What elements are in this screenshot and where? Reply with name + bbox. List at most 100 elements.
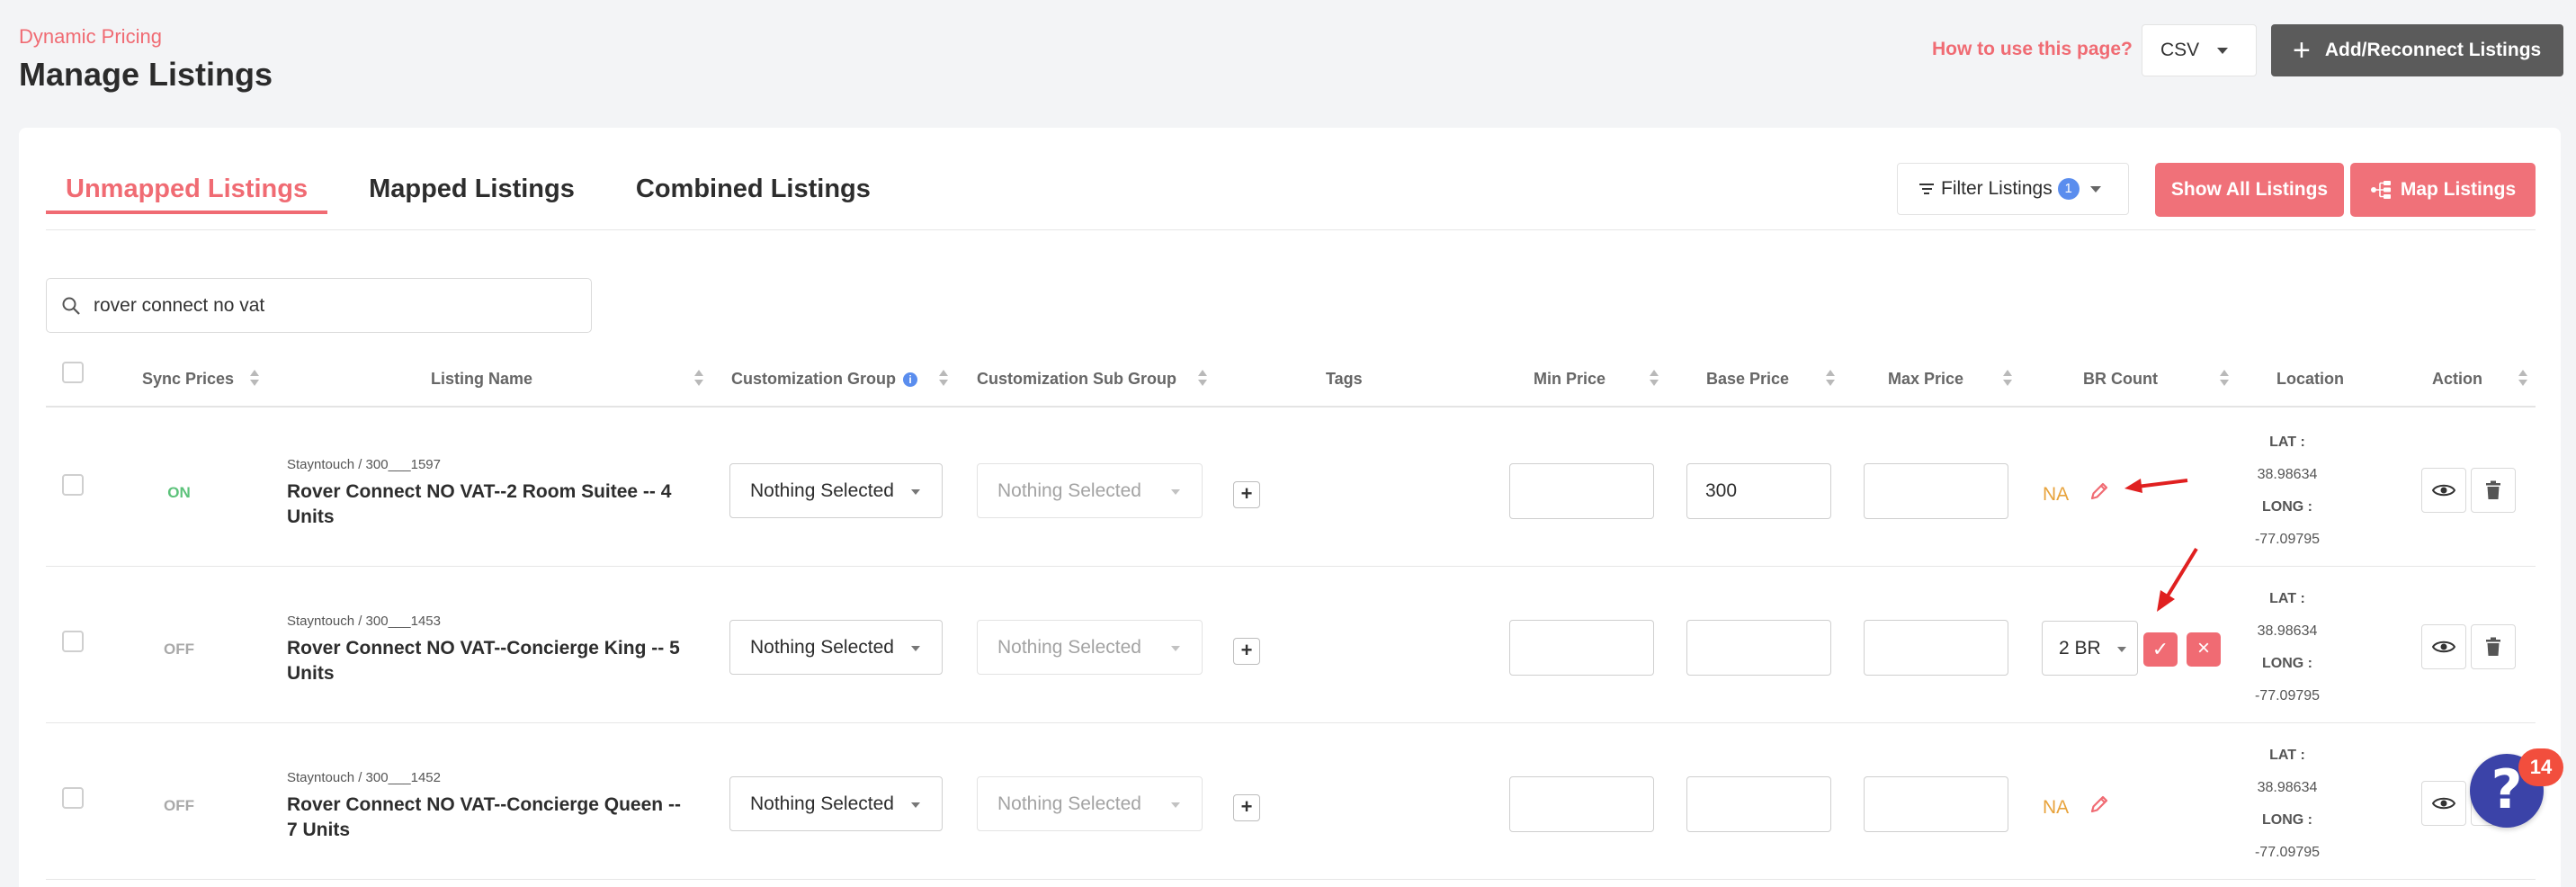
cancel-br-button[interactable]: ×: [2187, 632, 2221, 667]
plus-icon: +: [2293, 33, 2311, 67]
add-reconnect-listings-label: Add/Reconnect Listings: [2324, 40, 2542, 60]
column-base-price[interactable]: Base Price: [1706, 370, 1789, 389]
row-checkbox[interactable]: [62, 474, 84, 496]
long-label: LONG :: [2262, 499, 2312, 515]
long-value: -77.09795: [2254, 688, 2321, 703]
customization-sub-group-select[interactable]: Nothing Selected: [977, 776, 1203, 831]
customization-group-value: Nothing Selected: [750, 636, 894, 658]
column-customization-sub-group[interactable]: Customization Sub Group: [977, 370, 1176, 389]
info-icon[interactable]: i: [903, 372, 917, 387]
min-price-input[interactable]: [1509, 776, 1654, 832]
view-button[interactable]: [2421, 468, 2466, 513]
notification-badge: 14: [2518, 748, 2563, 786]
sync-status[interactable]: OFF: [148, 641, 210, 659]
table-row: OFF Stayntouch / 300___1453 Rover Connec…: [46, 567, 2536, 723]
customization-group-select[interactable]: Nothing Selected: [729, 620, 943, 675]
table-row: ON Stayntouch / 300___1597 Rover Connect…: [46, 410, 2536, 567]
sync-status[interactable]: OFF: [148, 797, 210, 815]
sync-status[interactable]: ON: [148, 484, 210, 502]
confirm-br-button[interactable]: ✓: [2143, 632, 2178, 667]
customization-sub-group-value: Nothing Selected: [997, 636, 1141, 658]
delete-button[interactable]: [2471, 468, 2516, 513]
select-all-checkbox[interactable]: [62, 362, 84, 383]
view-button[interactable]: [2421, 624, 2466, 669]
customization-group-select[interactable]: Nothing Selected: [729, 776, 943, 831]
max-price-input[interactable]: [1864, 463, 2008, 519]
sort-icon[interactable]: [1826, 370, 1835, 390]
sort-icon[interactable]: [1198, 370, 1207, 390]
customization-sub-group-value: Nothing Selected: [997, 479, 1141, 501]
max-price-input[interactable]: [1864, 776, 2008, 832]
map-listings-label: Map Listings: [2400, 179, 2517, 200]
min-price-input[interactable]: [1509, 620, 1654, 676]
sort-icon[interactable]: [2518, 370, 2527, 390]
filter-listings-button[interactable]: Filter Listings 1: [1897, 163, 2129, 215]
column-customization-group-label: Customization Group: [731, 370, 896, 388]
sort-icon[interactable]: [694, 370, 703, 390]
trash-icon: [2486, 637, 2500, 656]
table-row: OFF Stayntouch / 300___1452 Rover Connec…: [46, 723, 2536, 880]
sort-icon[interactable]: [1650, 370, 1659, 390]
tab-mapped-listings[interactable]: Mapped Listings: [349, 171, 595, 214]
lat-label: LAT :: [2269, 435, 2305, 450]
base-price-input[interactable]: [1686, 620, 1831, 676]
caret-down-icon: [911, 802, 920, 808]
max-price-input[interactable]: [1864, 620, 2008, 676]
location-info: LAT : 38.98634 LONG : -77.09795: [2233, 739, 2341, 869]
caret-down-icon: [2089, 185, 2101, 193]
base-price-input[interactable]: 300: [1686, 463, 1831, 519]
column-sync-prices[interactable]: Sync Prices: [142, 370, 234, 389]
search-input[interactable]: [94, 294, 561, 317]
sort-icon[interactable]: [2003, 370, 2012, 390]
customization-group-select[interactable]: Nothing Selected: [729, 463, 943, 518]
lat-value: 38.98634: [2257, 780, 2318, 795]
listing-source: Stayntouch / 300___1453: [287, 614, 441, 629]
customization-group-value: Nothing Selected: [750, 479, 894, 501]
br-count-select[interactable]: 2 BR: [2042, 621, 2138, 676]
show-all-listings-button[interactable]: Show All Listings: [2155, 163, 2344, 217]
caret-down-icon: [1171, 802, 1180, 808]
customization-sub-group-select[interactable]: Nothing Selected: [977, 620, 1203, 675]
row-checkbox[interactable]: [62, 631, 84, 652]
tab-unmapped-listings[interactable]: Unmapped Listings: [46, 171, 328, 214]
caret-down-icon: [911, 489, 920, 495]
listing-tabs: Unmapped Listings Mapped Listings Combin…: [46, 171, 912, 218]
caret-down-icon: [1171, 646, 1180, 651]
add-tag-button[interactable]: +: [1233, 638, 1260, 665]
column-max-price[interactable]: Max Price: [1888, 370, 1963, 389]
customization-sub-group-select[interactable]: Nothing Selected: [977, 463, 1203, 518]
add-tag-button[interactable]: +: [1233, 481, 1260, 508]
map-listings-button[interactable]: Map Listings: [2350, 163, 2536, 217]
min-price-input[interactable]: [1509, 463, 1654, 519]
help-link[interactable]: How to use this page?: [1932, 39, 2133, 60]
base-price-input[interactable]: [1686, 776, 1831, 832]
caret-down-icon: [2217, 47, 2229, 54]
edit-pencil-icon[interactable]: [2088, 479, 2111, 503]
tab-combined-listings[interactable]: Combined Listings: [616, 171, 890, 214]
export-format-select[interactable]: CSV: [2142, 24, 2257, 76]
edit-pencil-icon[interactable]: [2088, 793, 2111, 816]
column-action: Action: [2432, 370, 2482, 388]
eye-icon: [2432, 484, 2455, 497]
add-reconnect-listings-button[interactable]: + Add/Reconnect Listings: [2271, 24, 2563, 76]
breadcrumb[interactable]: Dynamic Pricing: [19, 25, 162, 49]
br-count-value: NA: [2043, 797, 2070, 818]
column-min-price[interactable]: Min Price: [1534, 370, 1606, 389]
filter-icon: [1919, 184, 1934, 194]
caret-down-icon: [2117, 647, 2126, 652]
sort-icon[interactable]: [939, 370, 948, 390]
customization-group-value: Nothing Selected: [750, 793, 894, 814]
listing-source: Stayntouch / 300___1452: [287, 770, 441, 785]
column-br-count[interactable]: BR Count: [2083, 370, 2158, 389]
delete-button[interactable]: [2471, 624, 2516, 669]
sort-icon[interactable]: [250, 370, 259, 390]
view-button[interactable]: [2421, 781, 2466, 826]
column-customization-group[interactable]: Customization Group i: [731, 370, 917, 389]
add-tag-button[interactable]: +: [1233, 794, 1260, 821]
br-count-value: 2 BR: [2059, 638, 2101, 659]
sort-icon[interactable]: [2220, 370, 2229, 390]
row-checkbox[interactable]: [62, 787, 84, 809]
column-listing-name[interactable]: Listing Name: [431, 370, 532, 389]
listing-name: Rover Connect NO VAT--Concierge Queen --…: [287, 794, 681, 840]
customization-sub-group-value: Nothing Selected: [997, 793, 1141, 814]
